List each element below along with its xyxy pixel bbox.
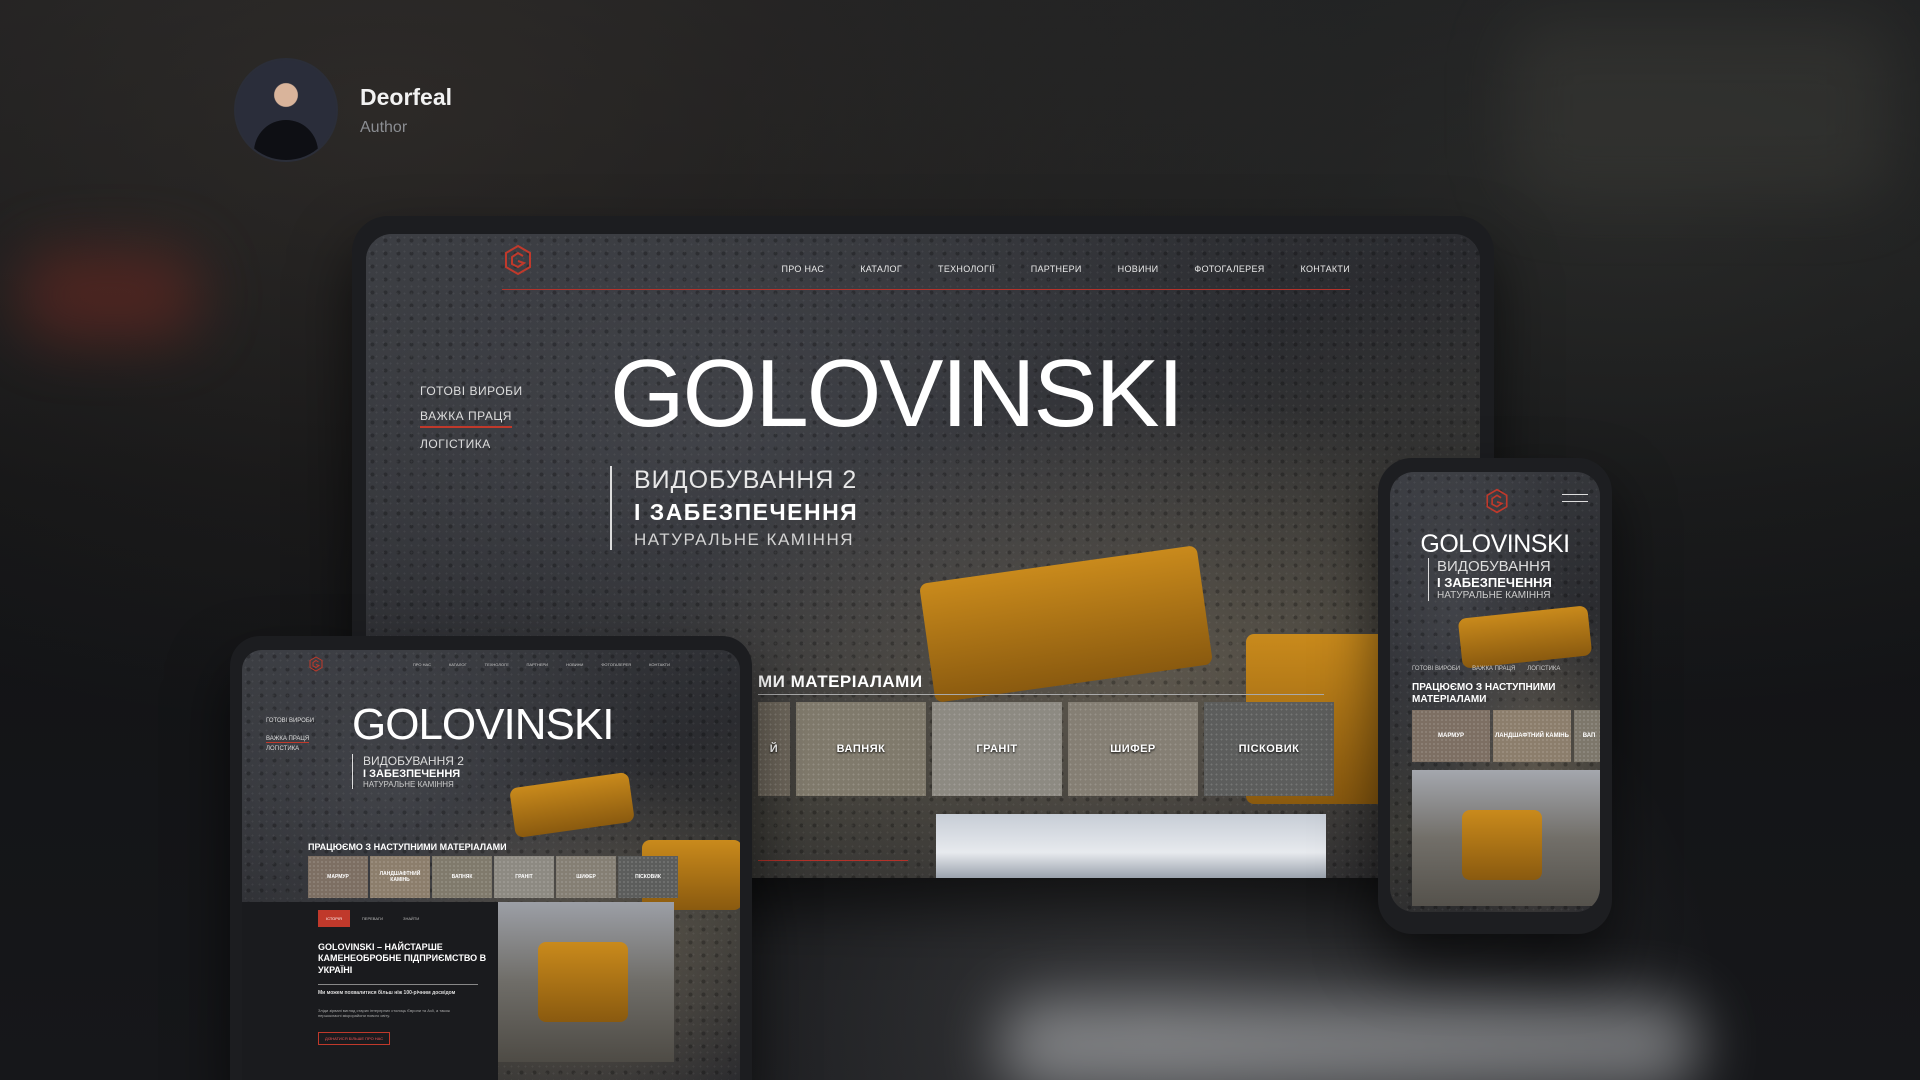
author-block: Deorfeal Author xyxy=(234,58,452,162)
side-item-ready-products[interactable]: ГОТОВІ ВИРОБИ xyxy=(266,718,314,724)
materials-heading: МИ МАТЕРІАЛАМИ xyxy=(758,672,923,691)
material-tile-landscape-stone[interactable]: ЛАНДШАФТНИЙ КАМІНЬ xyxy=(370,856,430,898)
about-tabs: ІСТОРІЯ ПЕРЕВАГИ ЗНАЙТИ xyxy=(318,910,427,927)
background-blur xyxy=(1000,1000,1700,1080)
nav-contacts[interactable]: КОНТАКТИ xyxy=(649,662,670,667)
materials-tiles: МАРМУР ЛАНДШАФТНИЙ КАМІНЬ ВАПНЯК ГРАНІТ … xyxy=(308,856,678,898)
excavator-machine xyxy=(1462,810,1542,880)
side-item-ready-products[interactable]: ГОТОВІ ВИРОБИ xyxy=(420,384,523,398)
about-description: Зліди зірвані вигляд старих інтерєрних с… xyxy=(318,1008,450,1018)
material-tile[interactable]: Й xyxy=(758,702,790,796)
phone-screen: GOLOVINSKI ВИДОБУВАННЯ І ЗАБЕЗПЕЧЕННЯ НА… xyxy=(1390,472,1600,912)
material-tile-sandstone[interactable]: ПІСКОВИК xyxy=(1204,702,1334,796)
about-heading: GOLOVINSKI – НАЙСТАРШЕ КАМЕНЕОБРОБНЕ ПІД… xyxy=(318,942,487,975)
tablet-screen: ПРО НАС КАТАЛОГ ТЕХНОЛОГІЇ ПАРТНЕРИ НОВИ… xyxy=(242,650,740,1080)
hero-sub-line3: НАТУРАЛЬНЕ КАМІННЯ xyxy=(1437,590,1551,601)
nav-news[interactable]: НОВИНИ xyxy=(566,662,583,667)
side-menu: ГОТОВІ ВИРОБИ ВАЖКА ПРАЦЯ ЛОГІСТИКА xyxy=(1412,666,1560,672)
about-divider xyxy=(318,984,478,985)
avatar[interactable] xyxy=(234,58,338,162)
nav-technologies[interactable]: ТЕХНОЛОГІЇ xyxy=(938,264,995,274)
hero-sub-line2: І ЗАБЕЗПЕЧЕННЯ xyxy=(634,499,859,525)
author-name[interactable]: Deorfeal xyxy=(360,84,452,111)
hero-sub-line2: І ЗАБЕЗПЕЧЕННЯ xyxy=(363,768,461,780)
presentation-canvas: Deorfeal Author ПРО НАС КАТАЛОГ ТЕХНОЛОГ… xyxy=(0,0,1920,1080)
excavator-machine xyxy=(538,942,628,1022)
excavator-photo xyxy=(498,902,674,1062)
hamburger-menu-icon[interactable] xyxy=(1562,494,1588,508)
hero-sub-line1: ВИДОБУВАННЯ 2 xyxy=(634,466,858,494)
tab-advantages[interactable]: ПЕРЕВАГИ xyxy=(354,910,391,927)
phone-mockup: GOLOVINSKI ВИДОБУВАННЯ І ЗАБЕЗПЕЧЕННЯ НА… xyxy=(1378,458,1612,934)
nav-about[interactable]: ПРО НАС xyxy=(782,264,825,274)
material-tile-slate[interactable]: ШИФЕР xyxy=(556,856,616,898)
side-item-ready-products[interactable]: ГОТОВІ ВИРОБИ xyxy=(1412,666,1460,672)
author-role: Author xyxy=(360,118,408,136)
about-card: ІСТОРІЯ ПЕРЕВАГИ ЗНАЙТИ GOLOVINSKI – НАЙ… xyxy=(242,902,498,1080)
hero-subtitle: ВИДОБУВАННЯ 2 І ЗАБЕЗПЕЧЕННЯ НАТУРАЛЬНЕ … xyxy=(352,754,464,789)
nav-about[interactable]: ПРО НАС xyxy=(413,662,431,667)
hero-sub-line1: ВИДОБУВАННЯ 2 xyxy=(363,754,464,768)
side-item-hard-work[interactable]: ВАЖКА ПРАЦЯ xyxy=(420,409,512,428)
materials-tiles: Й ВАПНЯК ГРАНІТ ШИФЕР ПІСКОВИК xyxy=(758,702,1334,796)
hero-title: GOLOVINSKI xyxy=(610,340,1184,447)
nav-catalog[interactable]: КАТАЛОГ xyxy=(860,264,902,274)
nav-divider xyxy=(502,289,1350,290)
top-nav: ПРО НАС КАТАЛОГ ТЕХНОЛОГІЇ ПАРТНЕРИ НОВИ… xyxy=(366,234,1480,290)
material-tile-marble[interactable]: МАРМУР xyxy=(308,856,368,898)
golovinski-logo-icon[interactable] xyxy=(308,656,324,672)
nav-contacts[interactable]: КОНТАКТИ xyxy=(1301,264,1350,274)
nav-gallery[interactable]: ФОТОГАЛЕРЕЯ xyxy=(1194,264,1264,274)
hero-sub-line2: І ЗАБЕЗПЕЧЕННЯ xyxy=(1437,575,1552,590)
material-tile-granite[interactable]: ГРАНІТ xyxy=(494,856,554,898)
hero-title: GOLOVINSKI xyxy=(1420,530,1570,558)
about-highlight: Ми можем похвалитися більш ніж 100-річни… xyxy=(318,990,456,996)
hero-subtitle: ВИДОБУВАННЯ І ЗАБЕЗПЕЧЕННЯ НАТУРАЛЬНЕ КА… xyxy=(1428,558,1552,601)
top-nav: ПРО НАС КАТАЛОГ ТЕХНОЛОГІЇ ПАРТНЕРИ НОВИ… xyxy=(413,662,670,667)
background-blur xyxy=(20,250,200,340)
nav-partners[interactable]: ПАРТНЕРИ xyxy=(1031,264,1082,274)
sky-image xyxy=(936,814,1326,878)
material-tile-slate[interactable]: ШИФЕР xyxy=(1068,702,1198,796)
hero-subtitle: ВИДОБУВАННЯ 2 І ЗАБЕЗПЕЧЕННЯ НАТУРАЛЬНЕ … xyxy=(610,466,858,550)
learn-more-button[interactable]: ДІЗНАТИСЯ БІЛЬШЕ ПРО НАС xyxy=(318,1032,391,1045)
tablet-mockup: ПРО НАС КАТАЛОГ ТЕХНОЛОГІЇ ПАРТНЕРИ НОВИ… xyxy=(230,636,752,1080)
side-item-logistics[interactable]: ЛОГІСТИКА xyxy=(420,437,523,451)
nav-partners[interactable]: ПАРТНЕРИ xyxy=(526,662,548,667)
hero-title: GOLOVINSKI xyxy=(352,700,614,749)
side-item-logistics[interactable]: ЛОГІСТИКА xyxy=(1527,666,1560,672)
hero-sub-line3: НАТУРАЛЬНЕ КАМІННЯ xyxy=(634,530,854,549)
nav-technologies[interactable]: ТЕХНОЛОГІЇ xyxy=(485,662,509,667)
nav-gallery[interactable]: ФОТОГАЛЕРЕЯ xyxy=(601,662,631,667)
materials-heading: ПРАЦЮЄМО З НАСТУПНИМИ МАТЕРІАЛАМИ xyxy=(308,842,507,852)
nav-catalog[interactable]: КАТАЛОГ xyxy=(449,662,467,667)
side-item-hard-work[interactable]: ВАЖКА ПРАЦЯ xyxy=(1472,666,1515,672)
material-tile-landscape-stone[interactable]: ЛАНДШАФТНИЙ КАМІНЬ xyxy=(1493,710,1571,762)
tab-history[interactable]: ІСТОРІЯ xyxy=(318,910,350,927)
golovinski-logo-icon[interactable] xyxy=(1484,488,1510,514)
tab-find[interactable]: ЗНАЙТИ xyxy=(395,910,427,927)
background-blur xyxy=(1510,20,1890,200)
side-menu: ГОТОВІ ВИРОБИ ВАЖКА ПРАЦЯ ЛОГІСТИКА xyxy=(266,718,314,755)
material-tile-marble[interactable]: МАРМУР xyxy=(1412,710,1490,762)
nav-news[interactable]: НОВИНИ xyxy=(1118,264,1159,274)
material-tile-limestone[interactable]: ВАПНЯК xyxy=(432,856,492,898)
excavator-photo xyxy=(1412,770,1600,906)
side-menu: ГОТОВІ ВИРОБИ ВАЖКА ПРАЦЯ ЛОГІСТИКА xyxy=(420,384,523,460)
side-item-logistics[interactable]: ЛОГІСТИКА xyxy=(266,746,314,752)
hero-sub-line1: ВИДОБУВАННЯ xyxy=(1437,558,1551,575)
side-item-hard-work[interactable]: ВАЖКА ПРАЦЯ xyxy=(266,736,310,743)
materials-divider xyxy=(758,694,1324,695)
accent-line xyxy=(758,860,908,861)
golovinski-logo-icon[interactable] xyxy=(502,244,534,276)
hero-sub-line3: НАТУРАЛЬНЕ КАМІННЯ xyxy=(363,780,454,789)
material-tile-sandstone[interactable]: ПІСКОВИК xyxy=(618,856,678,898)
materials-heading: ПРАЦЮЄМО З НАСТУПНИМИ МАТЕРІАЛАМИ xyxy=(1412,682,1556,705)
material-tile-limestone[interactable]: ВАП xyxy=(1574,710,1600,762)
material-tile-granite[interactable]: ГРАНІТ xyxy=(932,702,1062,796)
material-tile-limestone[interactable]: ВАПНЯК xyxy=(796,702,926,796)
materials-tiles: МАРМУР ЛАНДШАФТНИЙ КАМІНЬ ВАП xyxy=(1412,710,1600,762)
